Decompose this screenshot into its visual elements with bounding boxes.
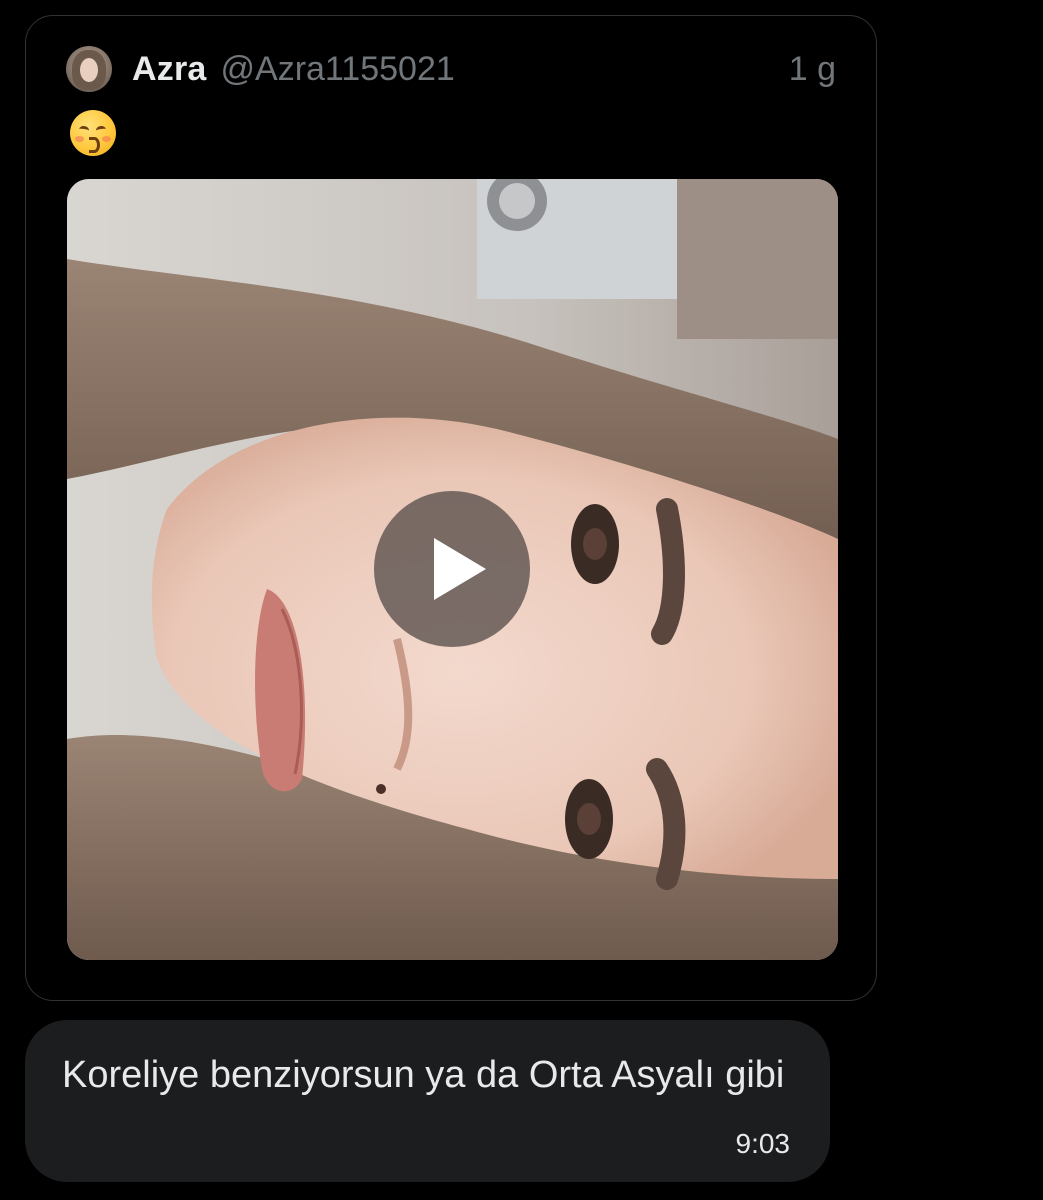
dm-conversation-view: Azra @Azra1155021 1 g Koreliye benziyors… xyxy=(0,0,1043,1200)
kissing-face-with-smiling-eyes-icon xyxy=(70,110,116,156)
tweet-timestamp: 1 g xyxy=(788,49,836,88)
message-text: Koreliye benziyorsun ya da Orta Asyalı g… xyxy=(62,1054,785,1096)
tweet-video-thumbnail[interactable] xyxy=(67,179,838,960)
avatar-face-shape xyxy=(80,58,98,82)
tweet-header: Azra @Azra1155021 1 g xyxy=(66,44,836,94)
shared-tweet-card[interactable]: Azra @Azra1155021 1 g xyxy=(25,15,877,1001)
message-bubble[interactable]: Koreliye benziyorsun ya da Orta Asyalı g… xyxy=(25,1020,830,1182)
message-timestamp: 9:03 xyxy=(735,1128,791,1159)
author-display-name[interactable]: Azra xyxy=(132,50,207,89)
play-icon xyxy=(434,538,486,600)
avatar[interactable] xyxy=(66,46,112,92)
author-handle[interactable]: @Azra1155021 xyxy=(221,50,455,89)
tweet-text xyxy=(70,110,118,158)
play-button[interactable] xyxy=(374,491,530,647)
